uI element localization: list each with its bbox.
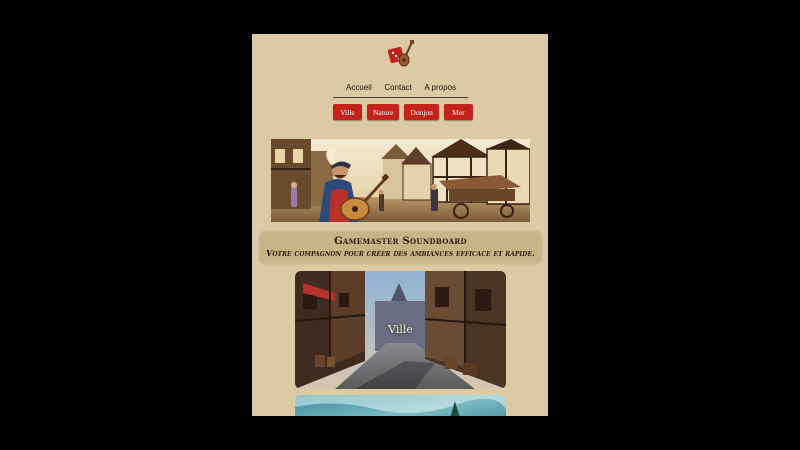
nav-apropos-link[interactable]: A propos [424,83,456,92]
page: Accueil Contact A propos Ville Nature Do… [252,34,548,416]
bard-market-banner-image [271,139,530,222]
header-title-box: Gamemaster Soundboard Votre compagnon po… [260,232,541,263]
nav-accueil-link[interactable]: Accueil [346,83,372,92]
category-mer-button[interactable]: Mer [443,104,473,120]
nav-contact-link[interactable]: Contact [384,83,412,92]
category-donjon-button[interactable]: Donjon [404,104,439,120]
page-title: Gamemaster Soundboard [334,236,467,247]
dice-lute-logo-icon[interactable] [384,39,416,69]
page-subtitle: Votre compagnon pour créer des ambiances… [266,248,535,258]
scene-card-ville-label: Ville [388,323,413,336]
nature-landscape-image [295,395,506,416]
category-buttons: Ville Nature Donjon Mer [333,104,473,120]
category-nature-button[interactable]: Nature [367,104,400,120]
scene-card-nature[interactable] [295,395,506,416]
category-ville-button[interactable]: Ville [333,104,362,120]
top-nav: Accueil Contact A propos [333,78,468,98]
scene-card-ville[interactable]: Ville [295,271,506,389]
